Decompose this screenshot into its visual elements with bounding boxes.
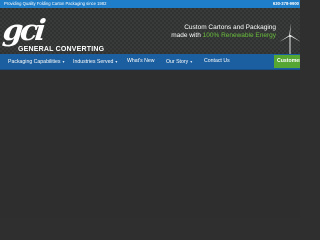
top-tagline: Providing Quality Folding Carton Packagi… [4,1,107,6]
nav-label: What's New [127,58,155,64]
chevron-down-icon: ▾ [115,59,118,64]
hero-area [0,70,300,218]
nav-packaging-capabilities[interactable]: Packaging Capabilities ▾ [8,54,65,69]
nav-industries-served[interactable]: Industries Served ▾ [73,54,117,69]
nav-label: Contact Us [204,58,230,64]
header-slogan: Custom Cartons and Packaging made with 1… [171,24,276,40]
slogan-prefix: made with [171,32,203,39]
chevron-down-icon: ▾ [190,59,193,64]
nav-label: Industries Served [73,59,114,65]
customer-portal-button[interactable]: Customer [274,55,300,68]
logo-subtitle: GENERAL CONVERTING [18,46,105,53]
slogan-line-1: Custom Cartons and Packaging [184,24,276,31]
chevron-down-icon: ▾ [62,59,65,64]
site-header: gci GENERAL CONVERTING Custom Cartons an… [0,8,300,62]
nav-contact-us[interactable]: Contact Us [204,54,230,69]
nav-label: Our Story [166,59,189,65]
nav-whats-new[interactable]: What's New [127,54,155,69]
logo-mark: gci [1,13,45,47]
slogan-accent: 100% Renewable Energy [202,32,276,39]
main-nav: Packaging Capabilities ▾ Industries Serve… [0,54,300,70]
slogan-line-2: made with 100% Renewable Energy [171,32,276,40]
top-bar: Providing Quality Folding Carton Packagi… [0,0,300,8]
nav-label: Packaging Capabilities [8,59,61,65]
nav-our-story[interactable]: Our Story ▾ [166,54,192,69]
phone-number[interactable]: 630-378-9900 [273,0,299,8]
